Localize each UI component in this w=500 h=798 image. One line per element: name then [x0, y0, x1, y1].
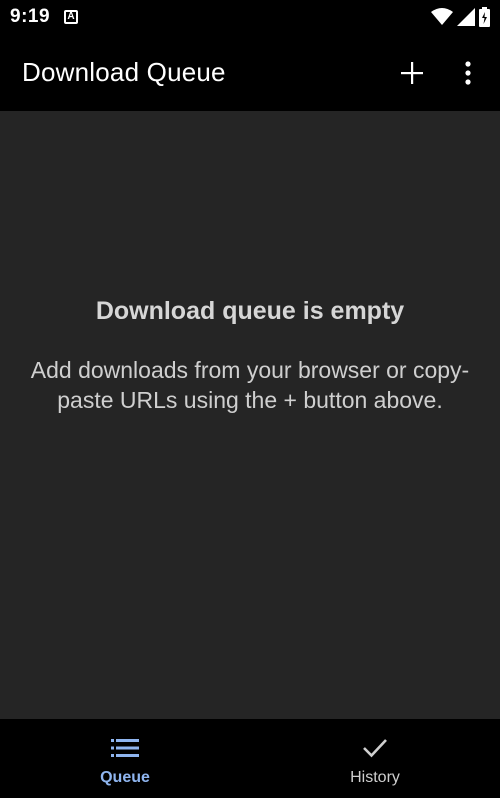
notification-icon: A [64, 10, 79, 24]
cell-signal-icon [457, 8, 475, 26]
add-download-button[interactable] [394, 55, 430, 91]
nav-label-queue: Queue [100, 769, 150, 786]
page-title: Download Queue [22, 57, 226, 87]
status-bar: 9:19 A [0, 0, 500, 34]
queue-content: Download queue is empty Add downloads fr… [0, 111, 500, 719]
screen: 9:19 A Download Queue Download queue is … [0, 0, 500, 798]
nav-item-queue[interactable]: Queue [0, 719, 250, 798]
more-vert-icon [465, 60, 471, 85]
wifi-icon [431, 8, 453, 26]
empty-state-description: Add downloads from your browser or copy-… [30, 357, 470, 413]
bottom-navigation: Queue History [0, 719, 500, 798]
more-options-button[interactable] [450, 55, 486, 91]
status-left: 9:19 A [10, 6, 79, 28]
nav-label-history: History [350, 769, 400, 786]
status-time: 9:19 [10, 6, 51, 27]
nav-item-history[interactable]: History [250, 719, 500, 798]
empty-state-title: Download queue is empty [95, 297, 405, 325]
list-icon [111, 735, 139, 761]
app-bar: Download Queue [0, 34, 500, 111]
check-icon [362, 735, 388, 761]
status-icons [431, 7, 490, 27]
add-icon [401, 61, 423, 84]
app-bar-actions [394, 55, 486, 91]
battery-icon [479, 7, 490, 27]
